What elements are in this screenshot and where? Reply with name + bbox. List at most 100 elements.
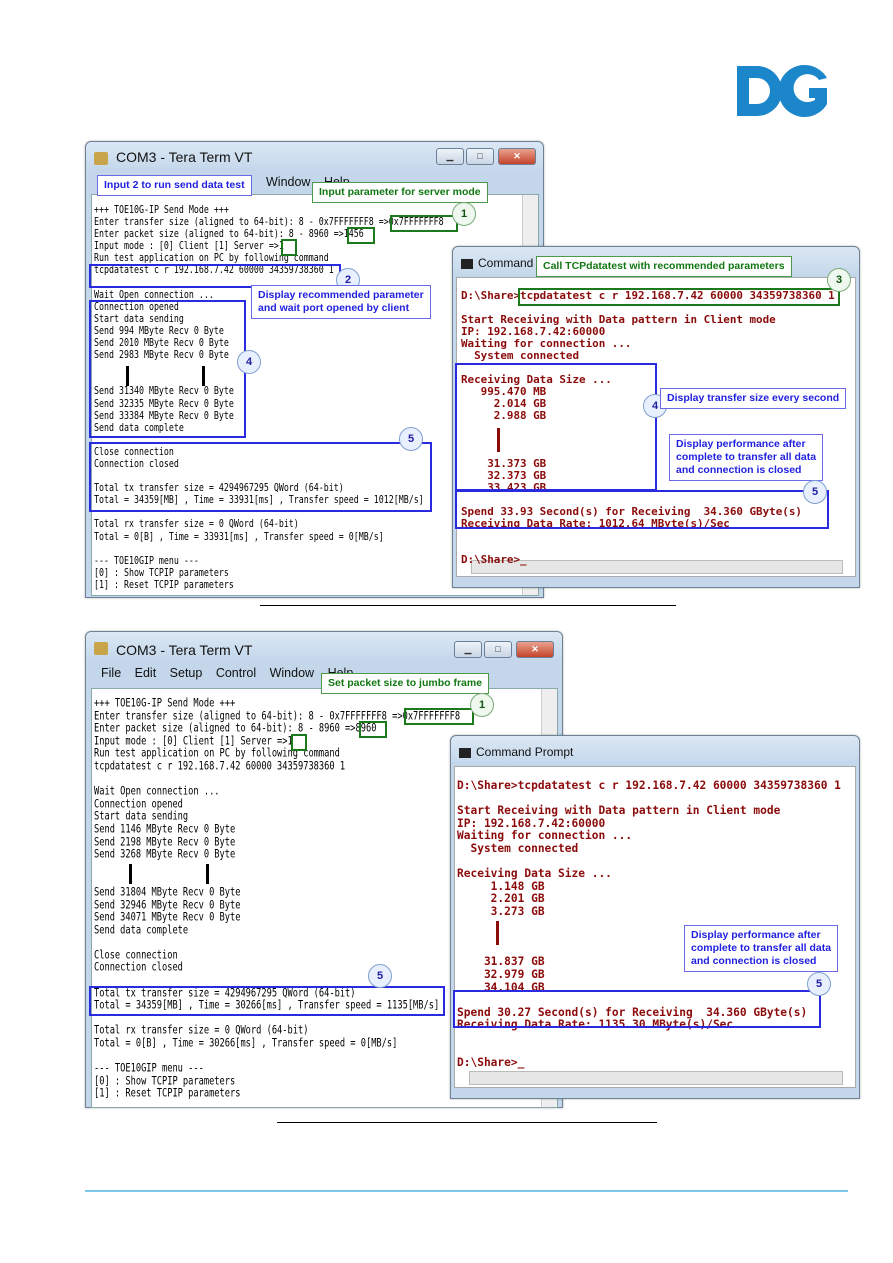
callout-server-mode: Input parameter for server mode — [312, 182, 488, 203]
line-text: Total = 0[B] , Time = 33931[ms] , Transf… — [94, 529, 384, 543]
line-text: 32.979 GB — [457, 967, 545, 981]
document-page: COM3 - Tera Term VT ▁ □ ✕ Window Help ++… — [0, 0, 893, 1263]
highlight-packet-size — [359, 721, 387, 738]
horizontal-scrollbar[interactable] — [469, 1071, 843, 1085]
output-line: Send 3268 MByte Recv 0 Byte — [94, 849, 460, 862]
output-line: Total = 0[B] , Time = 30266[ms] , Transf… — [94, 1037, 460, 1051]
marker-1: 1 — [452, 202, 476, 226]
continuation-bar — [129, 864, 132, 884]
highlight-input-mode — [281, 239, 297, 256]
callout-line: Display performance after — [676, 438, 806, 450]
line-text: 3.273 GB — [457, 904, 545, 918]
footer-rule — [85, 1190, 848, 1192]
line-text: D:\Share>tcpdatatest c r 192.168.7.42 60… — [457, 779, 841, 792]
maximize-button[interactable]: □ — [484, 641, 512, 658]
line-text: Total = 0[B] , Time = 30266[ms] , Transf… — [94, 1037, 398, 1051]
line-text: Connection closed — [94, 961, 183, 975]
menu-window[interactable]: Window — [266, 175, 310, 189]
teraterm-output: +++ TOE10G-IP Send Mode +++ Enter transfe… — [94, 697, 460, 1101]
line-text: 31.837 GB — [457, 955, 545, 969]
line-text: System connected — [457, 841, 579, 855]
line-text: 2.201 GB — [457, 892, 545, 906]
callout-line: Display performance after — [691, 929, 821, 941]
menu-window[interactable]: Window — [270, 666, 314, 680]
marker-5: 5 — [807, 972, 831, 996]
callout-jumbo-frame: Set packet size to jumbo frame — [321, 673, 490, 694]
callout-every-second: Display transfer size every second — [660, 388, 847, 409]
highlight-input-mode — [291, 734, 307, 751]
callout-input2: Input 2 to run send data test — [97, 175, 252, 196]
highlight-send-progress — [89, 300, 246, 438]
callout-line: complete to transfer all data — [676, 451, 817, 463]
window-title: Command Prompt — [476, 745, 574, 759]
continuation-bar — [206, 864, 209, 884]
marker-1: 1 — [470, 693, 494, 717]
close-button[interactable]: ✕ — [516, 641, 554, 658]
dg-logo — [737, 65, 827, 118]
output-line: Connection closed — [94, 962, 460, 975]
line-text: D:\Share>_ — [457, 1056, 525, 1070]
output-line: D:\Share>_ — [461, 554, 835, 566]
highlight-receive-progress — [455, 363, 657, 491]
minimize-button[interactable]: ▁ — [436, 148, 464, 165]
cmd-icon — [461, 259, 473, 269]
output-line: Send data complete — [94, 924, 460, 938]
line-text: Waiting for connection ... — [457, 829, 633, 843]
output-line: 3.273 GB — [457, 904, 841, 919]
line-text: Receiving Data Size ... — [457, 867, 612, 881]
highlight-rx-result — [453, 990, 821, 1028]
menu-edit[interactable]: Edit — [135, 666, 157, 680]
marker-5: 5 — [399, 427, 423, 451]
close-button[interactable]: ✕ — [498, 148, 536, 165]
highlight-transfer-size — [404, 708, 474, 725]
marker-5: 5 — [803, 480, 827, 504]
output-line: [1] : Reset TCPIP parameters — [94, 577, 444, 591]
callout-line: and connection is closed — [676, 464, 802, 476]
callout-line: and wait port opened by client — [258, 302, 410, 314]
caption-rule — [277, 1122, 657, 1123]
cmd-icon — [459, 748, 471, 758]
marker-3: 3 — [827, 268, 851, 292]
menu-file[interactable]: File — [101, 666, 121, 680]
line-text: System connected — [461, 349, 580, 362]
output-line: Total = 0[B] , Time = 33931[ms] , Transf… — [94, 529, 444, 543]
line-text: 1.148 GB — [457, 879, 545, 893]
output-line: D:\Share>_ — [457, 1056, 841, 1070]
highlight-cmd-command — [518, 288, 840, 306]
callout-performance: Display performance after complete to tra… — [684, 925, 839, 972]
marker-4: 4 — [237, 350, 261, 374]
callout-call-tcpdatatest: Call TCPdatatest with recommended parame… — [536, 256, 792, 277]
output-line: tcpdatatest c r 192.168.7.42 60000 34359… — [94, 760, 460, 774]
highlight-tx-result — [89, 986, 445, 1016]
caption-rule — [260, 605, 676, 606]
highlight-tx-result — [89, 442, 432, 512]
teraterm-icon — [94, 152, 108, 165]
marker-5: 5 — [368, 964, 392, 988]
teraterm-icon — [94, 642, 108, 655]
maximize-button[interactable]: □ — [466, 148, 494, 165]
continuation-bar — [496, 921, 499, 945]
minimize-button[interactable]: ▁ — [454, 641, 482, 658]
line-text: Send 3268 MByte Recv 0 Byte — [94, 848, 236, 862]
line-text: D:\Share>_ — [461, 553, 527, 566]
callout-recommended: Display recommended parameter and wait po… — [251, 285, 431, 319]
line-text: [1] : Reset TCPIP parameters — [94, 577, 234, 591]
highlight-transfer-size — [390, 215, 458, 232]
output-line: System connected — [457, 841, 841, 856]
callout-line: and connection is closed — [691, 955, 817, 967]
window-title: COM3 - Tera Term VT — [116, 642, 253, 658]
line-text: Start Receiving with Data pattern in Cli… — [457, 804, 781, 818]
line-text: IP: 192.168.7.42:60000 — [457, 816, 606, 830]
callout-performance: Display performance after complete to tra… — [669, 434, 824, 481]
output-line: System connected — [461, 350, 835, 362]
line-text: Send data complete — [94, 924, 189, 938]
window-title: COM3 - Tera Term VT — [116, 149, 253, 165]
highlight-packet-size — [347, 227, 375, 244]
menu-setup[interactable]: Setup — [170, 666, 203, 680]
highlight-rx-result — [455, 490, 829, 529]
line-text: [1] : Reset TCPIP parameters — [94, 1087, 241, 1101]
menu-control[interactable]: Control — [216, 666, 256, 680]
